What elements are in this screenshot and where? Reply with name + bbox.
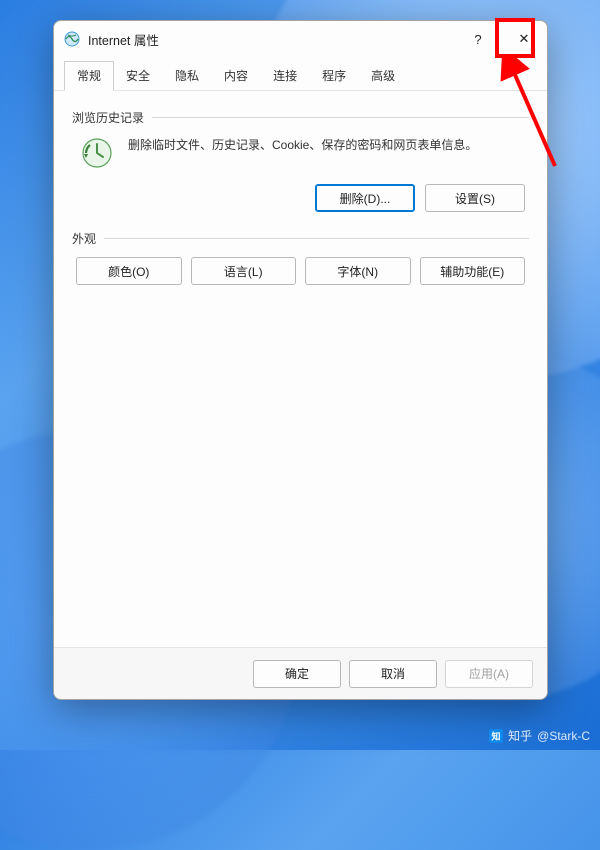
tab-connections[interactable]: 连接 bbox=[260, 61, 310, 91]
group-appearance: 外观 颜色(O) 语言(L) 字体(N) 辅助功能(E) bbox=[72, 230, 529, 285]
tab-content[interactable]: 内容 bbox=[211, 61, 261, 91]
titlebar[interactable]: Internet 属性 ? ✕ bbox=[54, 21, 547, 57]
close-icon: ✕ bbox=[519, 31, 530, 47]
titlebar-close-button[interactable]: ✕ bbox=[501, 21, 547, 57]
tab-label: 隐私 bbox=[175, 69, 199, 83]
internet-properties-dialog: Internet 属性 ? ✕ 常规 安全 隐私 内容 连接 程序 高级 浏览历… bbox=[53, 20, 548, 700]
internet-options-icon bbox=[64, 31, 80, 47]
delete-history-button[interactable]: 删除(D)... bbox=[315, 184, 415, 212]
colors-button[interactable]: 颜色(O) bbox=[76, 257, 182, 285]
history-settings-button[interactable]: 设置(S) bbox=[425, 184, 525, 212]
tab-panel-general: 浏览历史记录 删除临时文件、历史记录、Cookie、保存的密码和网页表单信息。 … bbox=[54, 91, 547, 647]
dialog-footer: 确定 取消 应用(A) bbox=[54, 647, 547, 699]
tab-security[interactable]: 安全 bbox=[113, 61, 163, 91]
watermark: 知 知乎 @Stark-C bbox=[489, 727, 590, 744]
tab-label: 高级 bbox=[371, 69, 395, 83]
tab-label: 连接 bbox=[273, 69, 297, 83]
tab-general[interactable]: 常规 bbox=[64, 61, 114, 91]
tab-privacy[interactable]: 隐私 bbox=[162, 61, 212, 91]
tab-label: 内容 bbox=[224, 69, 248, 83]
group-browsing-history: 浏览历史记录 删除临时文件、历史记录、Cookie、保存的密码和网页表单信息。 … bbox=[72, 109, 529, 212]
tab-label: 常规 bbox=[77, 69, 101, 83]
fonts-button[interactable]: 字体(N) bbox=[305, 257, 411, 285]
window-title: Internet 属性 bbox=[88, 30, 455, 49]
tab-programs[interactable]: 程序 bbox=[309, 61, 359, 91]
apply-button[interactable]: 应用(A) bbox=[445, 660, 533, 688]
accessibility-button[interactable]: 辅助功能(E) bbox=[420, 257, 526, 285]
languages-button[interactable]: 语言(L) bbox=[191, 257, 297, 285]
tab-label: 程序 bbox=[322, 69, 346, 83]
tab-advanced[interactable]: 高级 bbox=[358, 61, 408, 91]
watermark-author: @Stark-C bbox=[537, 729, 590, 743]
history-description: 删除临时文件、历史记录、Cookie、保存的密码和网页表单信息。 bbox=[128, 136, 529, 154]
zhihu-icon: 知 bbox=[489, 729, 503, 743]
tabstrip: 常规 安全 隐私 内容 连接 程序 高级 bbox=[54, 57, 547, 91]
watermark-site: 知乎 bbox=[508, 727, 532, 744]
history-icon bbox=[80, 136, 114, 170]
titlebar-help-button[interactable]: ? bbox=[455, 21, 501, 57]
svg-text:知: 知 bbox=[491, 730, 501, 741]
ok-button[interactable]: 确定 bbox=[253, 660, 341, 688]
group-title: 外观 bbox=[72, 230, 96, 247]
group-title: 浏览历史记录 bbox=[72, 109, 144, 126]
group-divider bbox=[152, 117, 529, 118]
group-divider bbox=[104, 238, 529, 239]
cancel-button[interactable]: 取消 bbox=[349, 660, 437, 688]
help-icon: ? bbox=[474, 32, 481, 47]
tab-label: 安全 bbox=[126, 69, 150, 83]
